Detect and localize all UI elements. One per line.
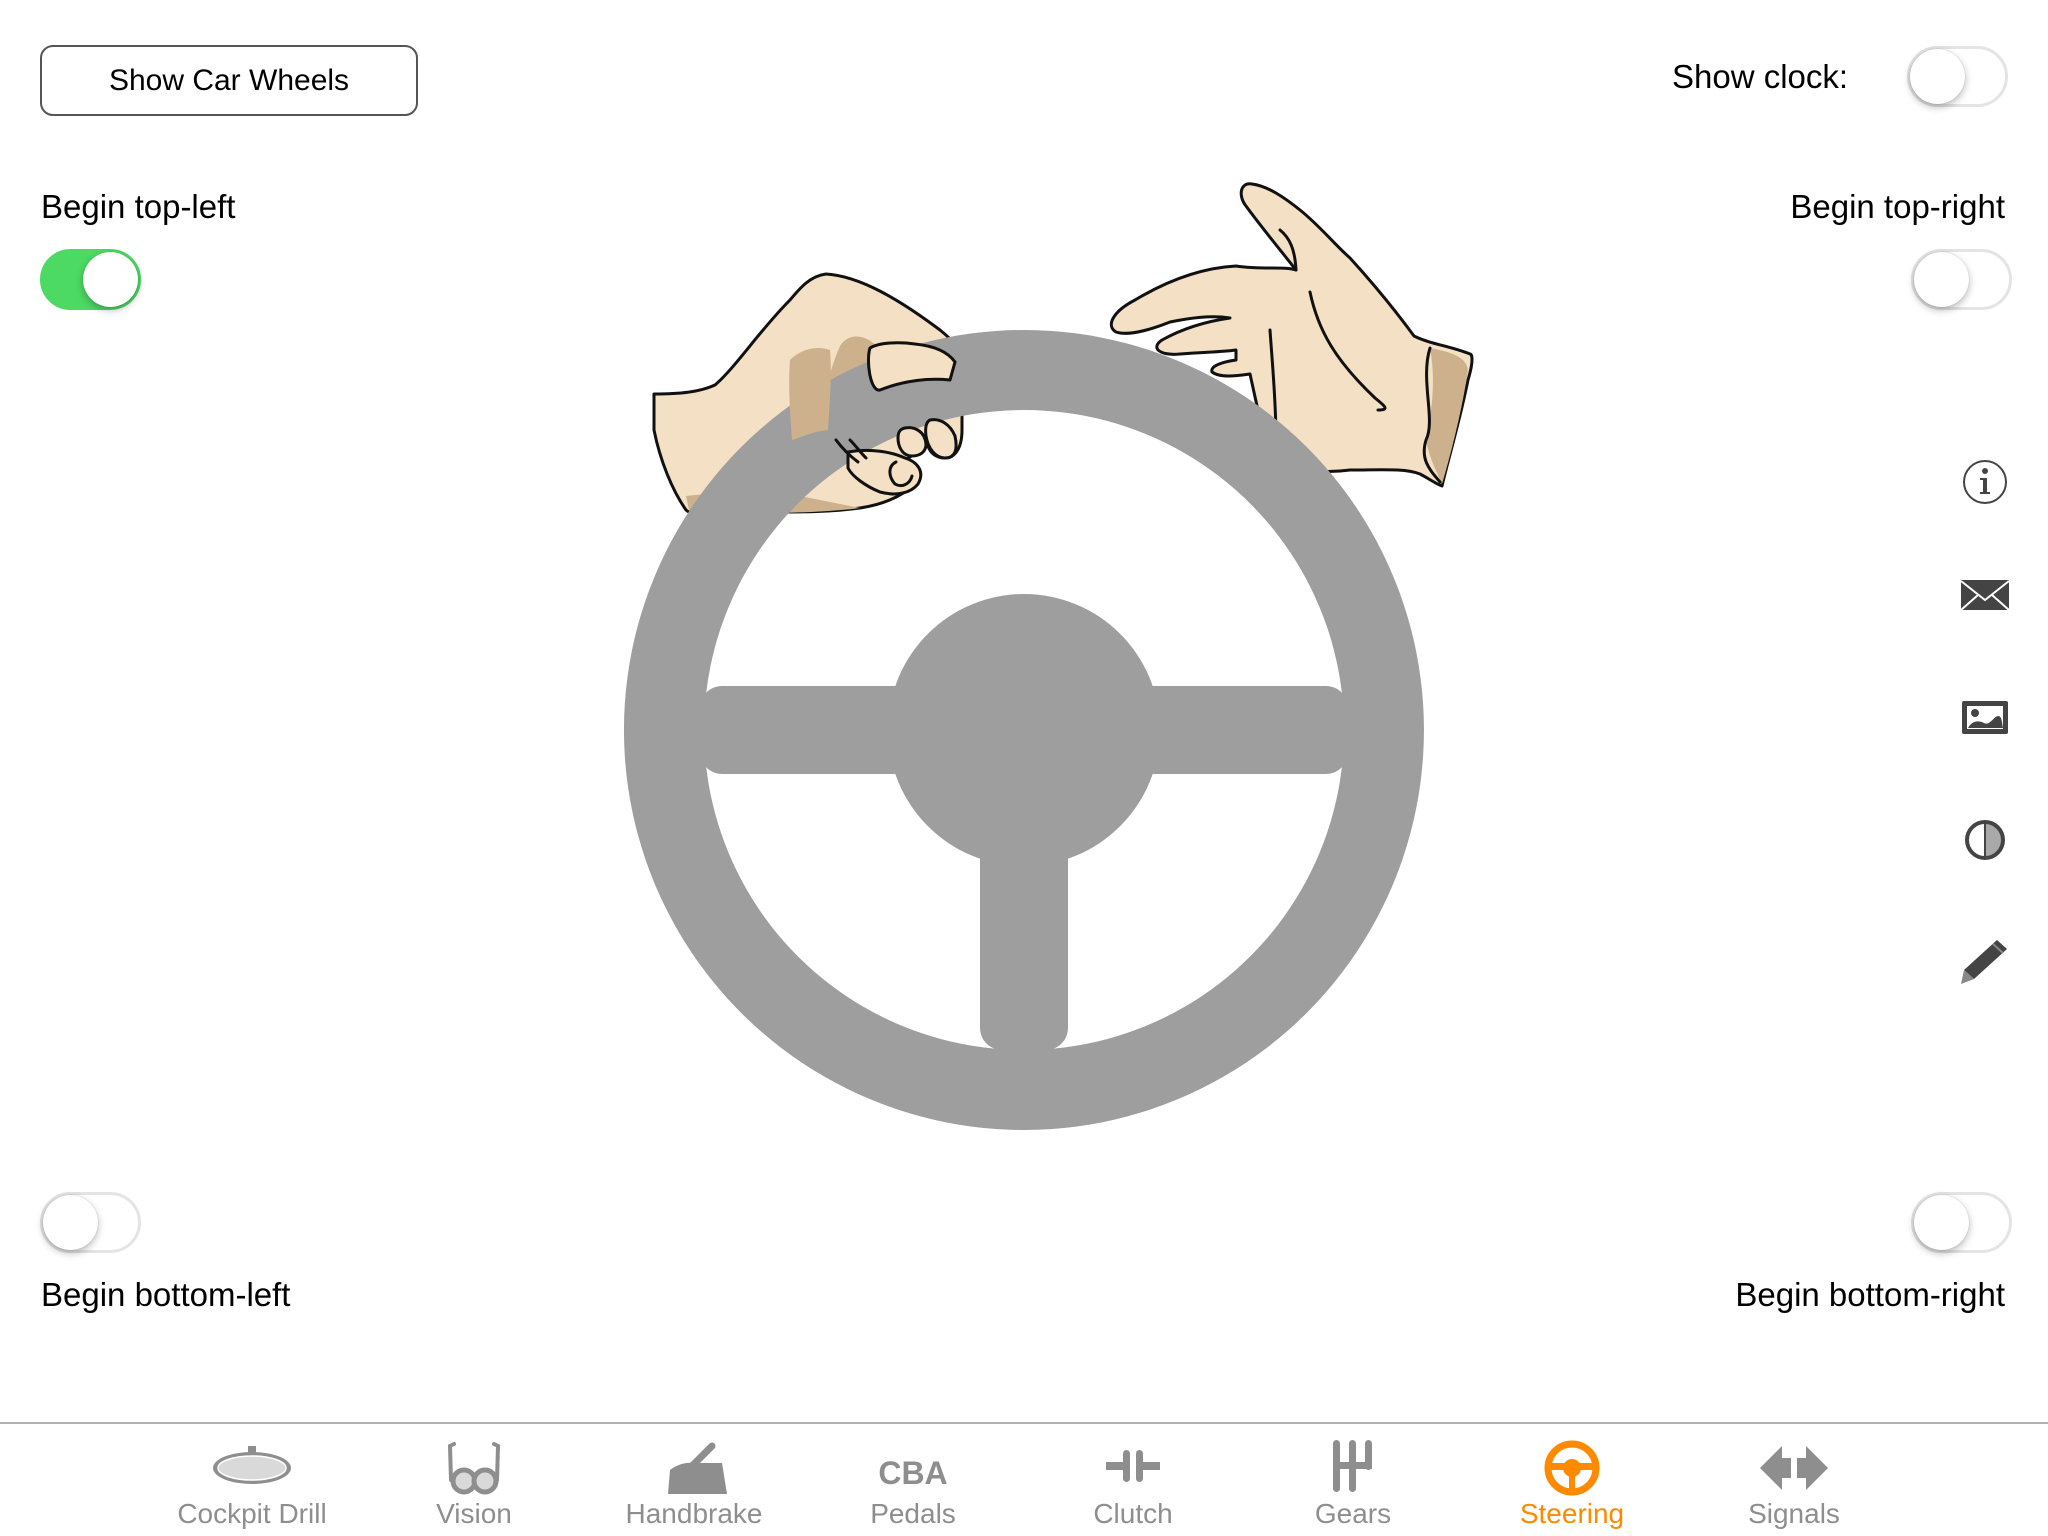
show-car-wheels-button[interactable]: Show Car Wheels: [40, 45, 418, 116]
pedals-cba-icon: CBA: [873, 1438, 953, 1500]
toggle-knob: [83, 252, 138, 307]
mail-button[interactable]: [1960, 570, 2010, 620]
begin-bottom-left-toggle[interactable]: [40, 1192, 141, 1253]
image-icon: [1962, 701, 2008, 734]
tab-label: Cockpit Drill: [177, 1498, 327, 1529]
begin-top-left-toggle[interactable]: [40, 249, 141, 310]
svg-text:CBA: CBA: [878, 1455, 947, 1491]
clutch-icon: [1093, 1438, 1173, 1500]
contrast-button[interactable]: [1960, 815, 2010, 865]
steering-illustration: [623, 182, 1474, 1130]
tab-label: Vision: [436, 1498, 512, 1529]
tab-signals[interactable]: Signals: [1694, 1424, 1894, 1536]
pencil-button[interactable]: [1960, 937, 2010, 987]
toggle-knob: [1914, 1195, 1969, 1250]
tab-pedals[interactable]: CBA Pedals: [813, 1424, 1013, 1536]
tab-gears[interactable]: Gears: [1253, 1424, 1453, 1536]
tab-label: Steering: [1519, 1498, 1625, 1529]
mirror-icon: [212, 1438, 292, 1500]
begin-bottom-right-toggle[interactable]: [1911, 1192, 2012, 1253]
tab-label: Pedals: [870, 1498, 956, 1529]
image-button[interactable]: [1960, 693, 2010, 743]
info-button[interactable]: [1960, 457, 2010, 507]
tab-clutch[interactable]: Clutch: [1033, 1424, 1233, 1536]
steering-wheel-icon: [1532, 1438, 1612, 1500]
mail-icon: [1960, 580, 2010, 611]
tab-label: Signals: [1748, 1498, 1840, 1529]
handbrake-icon: [654, 1438, 734, 1500]
tab-handbrake[interactable]: Handbrake: [594, 1424, 794, 1536]
steering-wheel: [623, 330, 1424, 1130]
show-clock-label: Show clock:: [1672, 58, 1849, 95]
glasses-icon: [434, 1438, 514, 1500]
signal-arrows-icon: [1754, 1438, 1834, 1500]
tab-bar: Cockpit Drill Vision Handbrake CBA Pedal…: [0, 1422, 2048, 1536]
pencil-icon: [1961, 940, 2007, 984]
tab-label: Handbrake: [625, 1498, 763, 1529]
tab-steering[interactable]: Steering: [1472, 1424, 1672, 1536]
tab-label: Clutch: [1093, 1498, 1173, 1529]
toggle-knob: [1910, 49, 1965, 104]
begin-bottom-right-label: Begin bottom-right: [1735, 1276, 2005, 1313]
tab-vision[interactable]: Vision: [374, 1424, 574, 1536]
tab-label: Gears: [1314, 1498, 1392, 1529]
begin-top-right-label: Begin top-right: [1790, 188, 2005, 225]
toggle-knob: [1914, 252, 1969, 307]
begin-top-right-toggle[interactable]: [1911, 249, 2012, 310]
info-icon: [1963, 460, 2007, 504]
toggle-knob: [43, 1195, 98, 1250]
contrast-icon: [1965, 820, 2005, 860]
tab-cockpit-drill[interactable]: Cockpit Drill: [152, 1424, 352, 1536]
begin-bottom-left-label: Begin bottom-left: [41, 1276, 291, 1313]
gear-shift-icon: [1313, 1438, 1393, 1500]
begin-top-left-label: Begin top-left: [41, 188, 236, 225]
show-car-wheels-label: Show Car Wheels: [108, 63, 350, 97]
show-clock-toggle[interactable]: [1907, 46, 2008, 107]
